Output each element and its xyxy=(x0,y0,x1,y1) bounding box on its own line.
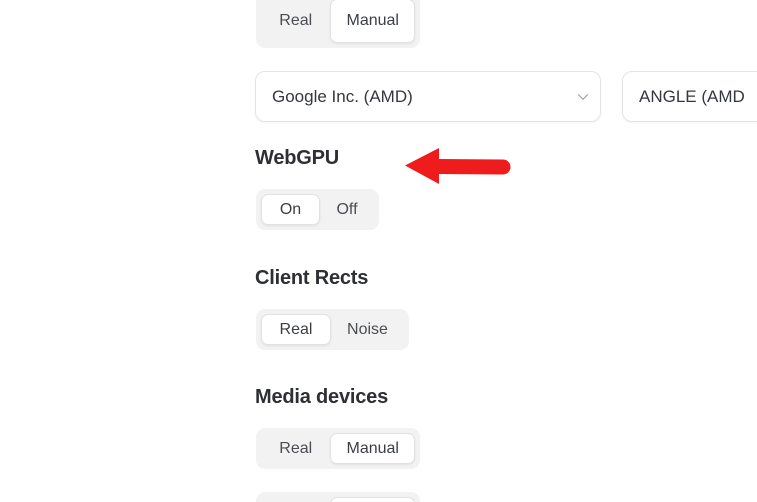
settings-panel: Real Manual Google Inc. (AMD) ANGLE (AMD… xyxy=(0,0,757,502)
red-arrow-pointing-left xyxy=(403,146,513,186)
client-rects-option-real[interactable]: Real xyxy=(261,314,331,345)
webgl-vendor-mode-option-manual[interactable]: Manual xyxy=(330,0,415,43)
webgpu-option-off-label: Off xyxy=(336,200,358,218)
webgpu-option-on-label: On xyxy=(279,200,302,218)
media-devices-option-real[interactable]: Real xyxy=(261,433,330,464)
webgpu-option-off[interactable]: Off xyxy=(320,194,374,225)
webgl-vendor-select[interactable]: Google Inc. (AMD) xyxy=(255,71,601,122)
client-rects-option-noise[interactable]: Noise xyxy=(331,314,404,345)
client-rects-option-real-label: Real xyxy=(279,320,313,338)
media-devices-toggle[interactable]: Real Manual xyxy=(256,428,420,469)
next-section-option-a[interactable] xyxy=(261,497,330,502)
next-section-toggle-clipped[interactable] xyxy=(256,492,420,502)
webgl-renderer-select[interactable]: ANGLE (AMD xyxy=(622,71,757,122)
media-devices-option-manual-label: Manual xyxy=(346,439,399,457)
media-devices-option-manual[interactable]: Manual xyxy=(330,433,415,464)
webgl-vendor-mode-option-manual-label: Manual xyxy=(346,12,399,29)
webgpu-toggle[interactable]: On Off xyxy=(256,189,379,230)
chevron-down-icon xyxy=(566,88,600,106)
media-devices-option-real-label: Real xyxy=(279,439,313,457)
webgl-vendor-mode-toggle[interactable]: Real Manual xyxy=(256,0,420,48)
webgl-renderer-select-value: ANGLE (AMD xyxy=(639,86,745,106)
webgl-vendor-select-value: Google Inc. (AMD) xyxy=(272,86,413,106)
webgl-vendor-mode-option-real[interactable]: Real xyxy=(261,0,330,43)
media-devices-heading: Media devices xyxy=(255,386,389,408)
client-rects-heading: Client Rects xyxy=(255,267,369,289)
webgpu-heading: WebGPU xyxy=(255,147,339,169)
webgl-vendor-mode-option-real-label: Real xyxy=(279,12,313,29)
webgpu-option-on[interactable]: On xyxy=(261,194,320,225)
next-section-option-b[interactable] xyxy=(330,497,415,502)
client-rects-toggle[interactable]: Real Noise xyxy=(256,309,409,350)
client-rects-option-noise-label: Noise xyxy=(347,320,388,338)
